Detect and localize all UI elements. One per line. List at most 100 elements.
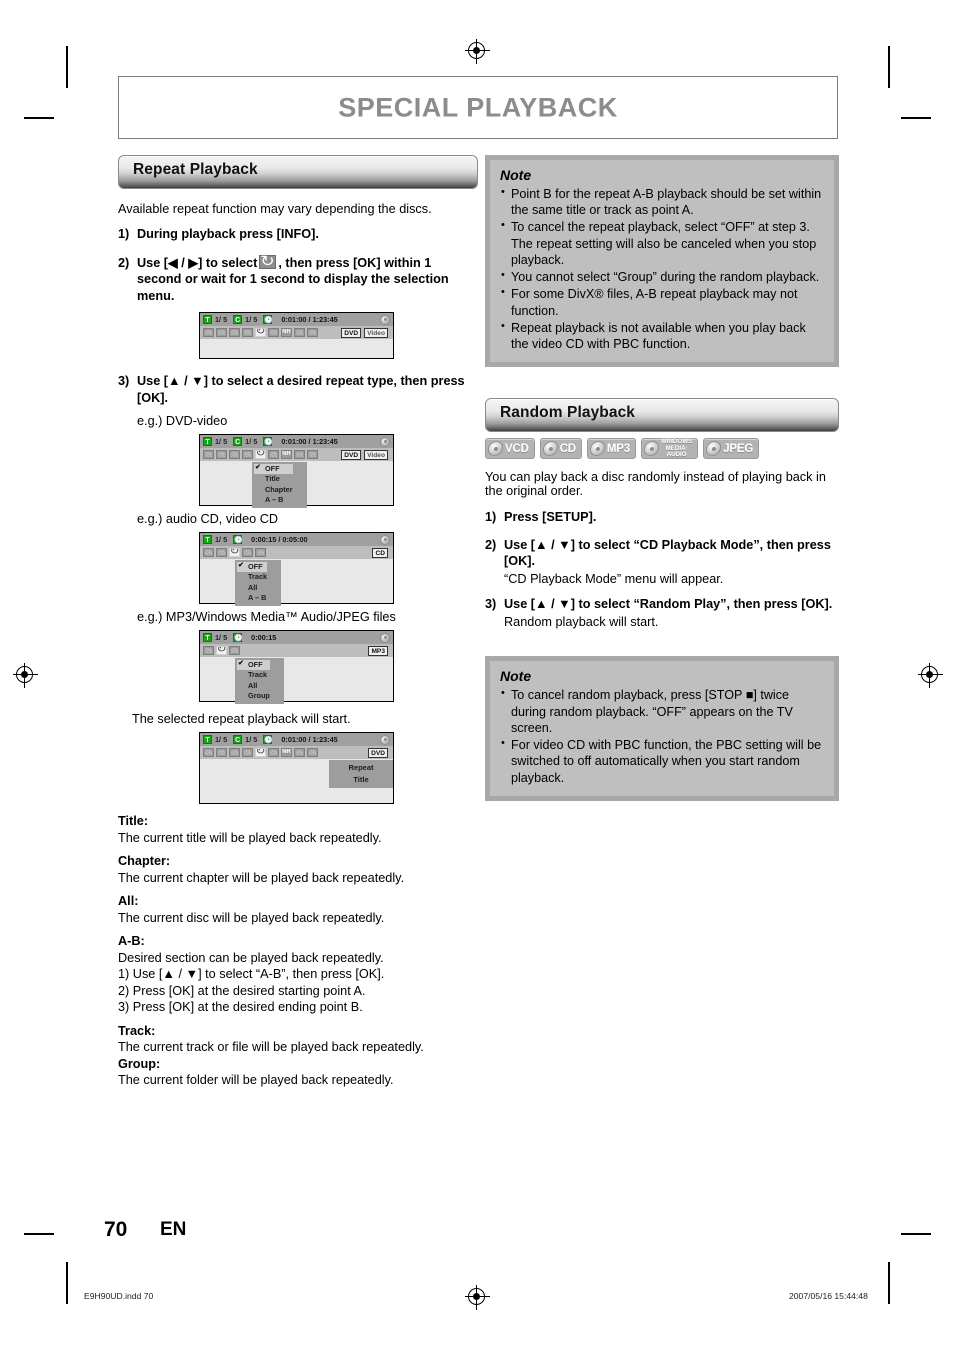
page-title: SPECIAL PLAYBACK	[338, 92, 618, 122]
osd-status-row: T 1/ 5 0:00:15	[200, 631, 393, 644]
repeat-icon[interactable]	[229, 548, 240, 557]
clock-flag-icon	[263, 437, 273, 446]
crop-mark-left-top-h	[24, 117, 54, 119]
marker-icon	[268, 328, 279, 337]
definition-ab-desc: Desired section can be played back repea…	[118, 950, 384, 965]
crop-mark-bottom-left-v	[66, 1262, 68, 1304]
definition-title: Title: The current title will be played …	[118, 813, 478, 846]
disc-type-label: CD	[559, 442, 576, 455]
chapter-flag-icon: C	[233, 735, 243, 744]
definition-track-term: Track:	[118, 1023, 156, 1038]
menu-item-a-b[interactable]: A – B	[237, 593, 267, 603]
definition-chapter: Chapter: The current chapter will be pla…	[118, 853, 478, 886]
definition-all-term: All:	[118, 894, 139, 908]
badge-media-type: Video	[364, 449, 388, 460]
angle-icon	[229, 328, 240, 337]
disc-type-cd: CD	[539, 438, 582, 460]
noise-reduction-icon	[281, 450, 292, 459]
page-title-box: SPECIAL PLAYBACK	[118, 76, 838, 139]
repeat-step-1-text: During playback press [INFO].	[137, 227, 319, 241]
random-lead-text: You can play back a disc randomly instea…	[485, 470, 826, 499]
repeat-icon[interactable]	[255, 748, 266, 757]
title-flag-icon: T	[203, 535, 212, 544]
definition-chapter-desc: The current chapter will be played back …	[118, 870, 405, 885]
repeat-step-3-number: 3)	[118, 374, 130, 388]
section-title-repeat: Repeat Playback	[133, 161, 258, 178]
crop-mark-top-right-v	[888, 46, 890, 88]
audio-icon	[216, 548, 227, 557]
random-step-3-number: 3)	[485, 597, 497, 612]
osd-icon-row: MP3	[200, 644, 393, 657]
search-icon	[307, 328, 318, 337]
definition-all-desc: The current disc will be played back rep…	[118, 910, 385, 925]
playmode-icon	[294, 328, 305, 337]
repeat-step-3-text: Use [▲ / ▼] to select a desired repeat t…	[137, 374, 465, 405]
note-heading: Note	[500, 167, 532, 183]
repeat-icon[interactable]	[255, 328, 266, 337]
repeat-icon[interactable]	[216, 646, 227, 655]
disc-type-vcd: VCD	[485, 438, 535, 460]
registration-mark-bottom	[465, 1285, 490, 1310]
menu-item-off[interactable]: OFF	[237, 561, 268, 573]
menu-item-title[interactable]: Title	[254, 474, 293, 484]
section-title-random: Random Playback	[500, 404, 636, 422]
audio-icon	[216, 450, 227, 459]
repeat-type-menu[interactable]: OFF Track All Group	[235, 658, 284, 705]
subtitle-icon	[203, 450, 214, 459]
clock-flag-icon	[263, 315, 273, 324]
subtitle-icon	[203, 646, 214, 655]
osd-time: 0:00:15	[251, 633, 277, 642]
menu-item-all[interactable]: All	[237, 681, 270, 691]
osd-audio-cd: T 1/ 5 0:00:15 / 0:05:00 CD OFF Tra	[199, 532, 394, 607]
search-icon	[229, 646, 240, 655]
repeat-lead-text: Available repeat function may vary depen…	[118, 202, 432, 216]
menu-item-track[interactable]: Track	[237, 670, 270, 680]
crop-mark-top-left-v	[66, 46, 68, 88]
definition-track: Track: The current track or file will be…	[118, 1023, 478, 1056]
chapter-flag-icon: C	[233, 315, 243, 324]
menu-item-chapter[interactable]: Chapter	[254, 485, 293, 495]
repeat-type-menu[interactable]: OFF Track All A – B	[235, 560, 282, 607]
menu-item-off[interactable]: OFF	[237, 659, 270, 671]
note-box-random: Note To cancel random playback, press [S…	[485, 656, 839, 801]
osd-badges: MP3	[368, 645, 390, 656]
repeat-type-menu[interactable]: OFF Title Chapter A – B	[252, 462, 307, 509]
crop-mark-right-top-h	[901, 117, 931, 119]
osd-time: 0:01:00 / 1:23:45	[281, 437, 338, 446]
chapter-count: 1/ 5	[245, 437, 258, 446]
noise-reduction-icon	[281, 328, 292, 337]
random-steps-list: 1) Press [SETUP]. 2) Use [▲ / ▼] to sele…	[485, 509, 839, 630]
osd-dvd-video: T 1/ 5 C 1/ 5 0:01:00 / 1:23:45 DV	[199, 434, 394, 509]
footer-timestamp: 2007/05/16 15:44:48	[789, 1291, 868, 1301]
registration-mark-top	[465, 39, 490, 64]
repeat-status-line1: Repeat	[348, 763, 374, 772]
menu-item-a-b[interactable]: A – B	[254, 495, 293, 505]
definition-title-term: Title:	[118, 814, 149, 828]
menu-item-group[interactable]: Group	[237, 691, 270, 701]
definition-ab-sub-1: 1) Use [▲ / ▼] to select “A-B”, then pre…	[118, 967, 385, 981]
menu-item-all[interactable]: All	[237, 583, 267, 593]
disc-type-mp3: MP3	[586, 438, 636, 460]
osd-icon-row: CD	[200, 546, 393, 559]
disc-icon	[486, 441, 505, 457]
note-item: Repeat playback is not available when yo…	[500, 319, 824, 352]
menu-item-track[interactable]: Track	[237, 572, 267, 582]
subtitle-icon	[203, 548, 214, 557]
clock-flag-icon	[233, 633, 243, 642]
osd-status-row: T 1/ 5 C 1/ 5 0:01:00 / 1:23:45	[200, 435, 393, 448]
angle-icon	[229, 748, 240, 757]
repeat-icon[interactable]	[255, 450, 266, 459]
osd-badges: DVD Video	[341, 327, 390, 338]
definition-group-desc: The current folder will be played back r…	[118, 1073, 394, 1087]
repeat-step-1: 1) During playback press [INFO].	[118, 226, 478, 243]
random-step-2-number: 2)	[485, 537, 497, 552]
chapter-count: 1/ 5	[245, 735, 258, 744]
title-count: 1/ 5	[215, 633, 228, 642]
title-count: 1/ 5	[215, 735, 228, 744]
note-item: For some DivX® files, A-B repeat playbac…	[500, 285, 824, 318]
repeat-step-3-list: 3) Use [▲ / ▼] to select a desired repea…	[118, 373, 478, 406]
menu-item-off[interactable]: OFF	[254, 463, 293, 475]
badge-disc-type: DVD	[341, 327, 362, 338]
footer-filename: E9H90UD.indd 70	[84, 1291, 154, 1301]
osd-status-row: T 1/ 5 0:00:15 / 0:05:00	[200, 533, 393, 546]
